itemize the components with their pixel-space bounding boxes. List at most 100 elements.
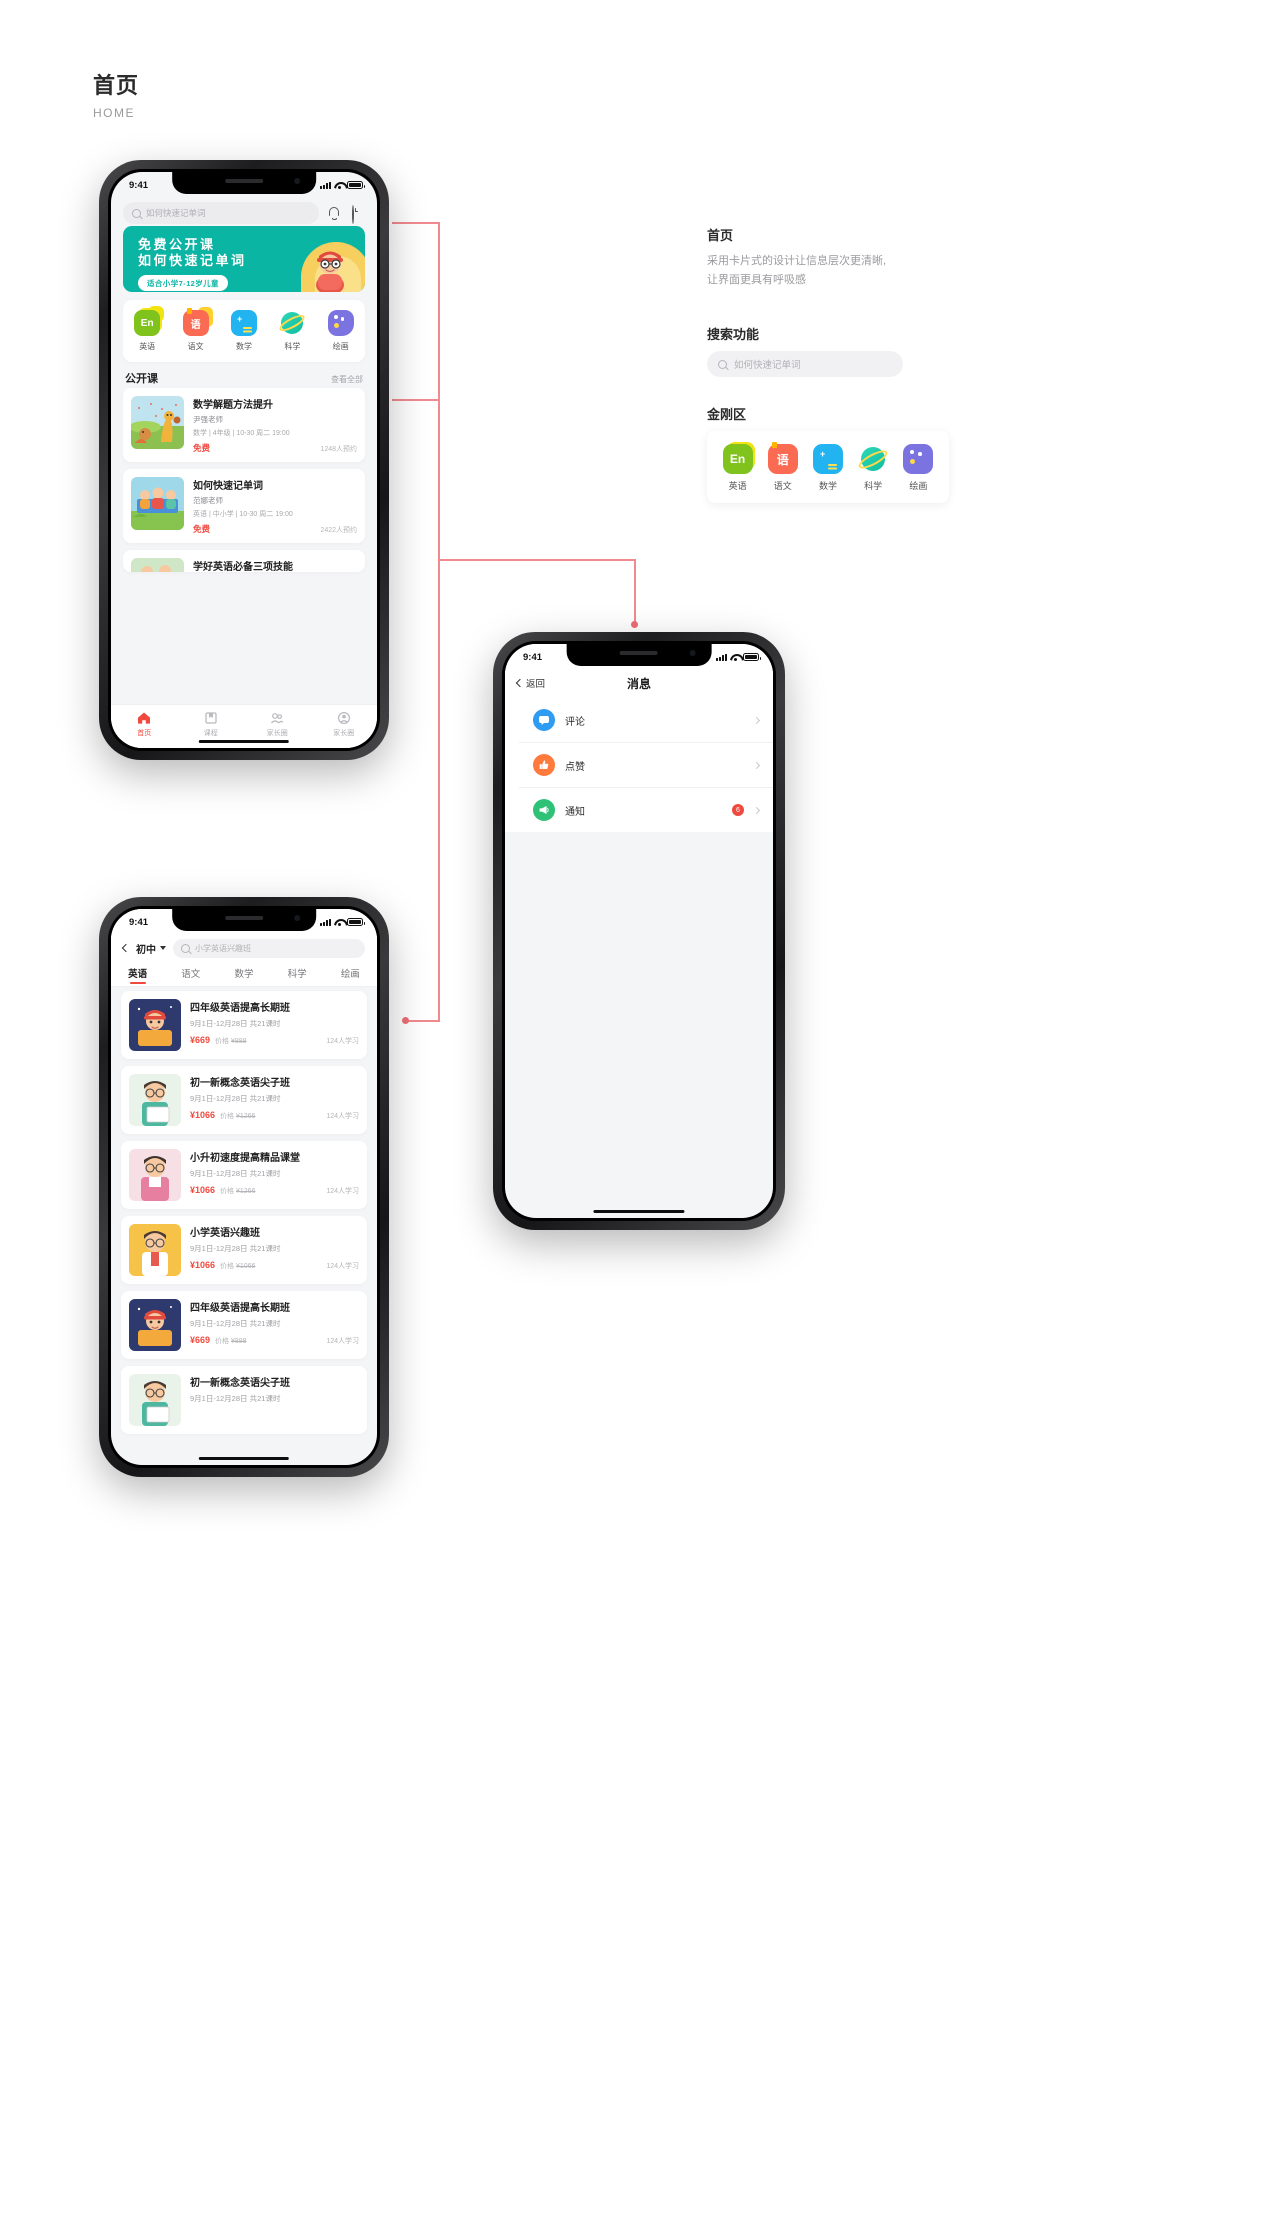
home-indicator [593,1209,685,1213]
course-thumbnail [129,1374,181,1426]
signal-icon [716,653,727,661]
back-button[interactable]: 返回 [515,676,545,690]
list-item[interactable]: 四年级英语提高长期班 9月1日-12月28日 共21课时 ¥669 价格 ¥88… [121,1291,367,1359]
subject-tab-bar: 英语 语文 数学 科学 绘画 [111,963,377,987]
message-row-notice[interactable]: 通知 6 [519,788,773,832]
tab-math[interactable]: 数学 [234,966,253,984]
chevron-left-icon[interactable] [121,943,131,953]
search-placeholder: 如何快速记单词 [146,208,206,218]
category-label: 英语 [728,481,747,491]
tab-parents[interactable]: 家长圈 [254,711,300,738]
category-item-math[interactable]: + 数学 [224,310,264,352]
notch [172,172,316,194]
course-list[interactable]: 数学解题方法提升 尹强老师 数学 | 4年级 | 10-30 周二 19:00 … [123,388,365,704]
message-row-comment[interactable]: 评论 [519,698,773,743]
view-all-link[interactable]: 查看全部 [331,374,363,385]
annotation-search: 搜索功能 如何快速记单词 [707,324,903,377]
course-title: 四年级英语提高长期班 [190,1003,290,1014]
course-card[interactable]: 数学解题方法提升 尹强老师 数学 | 4年级 | 10-30 周二 19:00 … [123,388,365,462]
price-label: 价格 [215,1338,230,1345]
category-item-math[interactable]: + 数学 [808,444,848,492]
tab-home[interactable]: 首页 [121,711,167,738]
category-label: 科学 [284,342,301,351]
tab-label: 课程 [203,730,218,737]
price-label: 价格 [220,1113,235,1120]
camera-icon [689,650,696,656]
wifi-icon [730,653,740,661]
category-label: 语文 [187,342,204,351]
math-icon: + [230,310,257,336]
course-thumbnail [129,999,181,1051]
tab-profile[interactable]: 家长圈 [321,711,367,738]
painting-icon [903,444,934,474]
tab-painting[interactable]: 绘画 [341,966,360,984]
home-search-row: 如何快速记单词 [111,198,377,224]
search-icon [132,208,141,218]
status-time: 9:41 [129,179,149,191]
price-label: 价格 [215,1038,230,1045]
annotation-body-line1: 采用卡片式的设计让信息层次更清晰, [707,255,887,267]
battery-icon [743,653,761,661]
category-item-science[interactable]: 科学 [853,444,893,492]
category-item-painting[interactable]: 绘画 [898,444,938,492]
banner-line2: 如何快速记单词 [138,253,247,268]
chinese-icon: 语 [182,307,213,336]
search-input[interactable]: 如何快速记单词 [123,202,319,224]
tab-chinese[interactable]: 语文 [181,966,200,984]
course-old-price: ¥1266 [235,1188,256,1195]
messages-title: 消息 [626,676,651,691]
course-price: ¥669 [190,1335,211,1345]
home-screen: 9:41 如何快速记单词 免费公开课 如何快速记单词 适合小学7-12岁儿童 E… [111,172,377,748]
grade-selector[interactable]: 初中 [136,941,166,956]
annotation-search-input[interactable]: 如何快速记单词 [707,351,903,377]
category-item-english[interactable]: En 英语 [127,306,167,352]
course-learner-count: 124人学习 [326,1188,359,1195]
list-item[interactable]: 小升初速度提高精品课堂 9月1日-12月28日 共21课时 ¥1066 价格 ¥… [121,1141,367,1209]
category-item-english[interactable]: En 英语 [718,440,758,492]
annotation-search-placeholder: 如何快速记单词 [734,360,801,371]
wifi-icon [334,918,344,926]
like-icon [533,754,555,776]
math-icon: + [812,444,843,474]
annotation-kingkong: 金刚区 En 英语 语 语文 + 数学 科学 绘画 [707,404,949,503]
promo-banner[interactable]: 免费公开课 如何快速记单词 适合小学7-12岁儿童 [123,226,365,292]
category-label: 英语 [139,342,156,351]
list-item[interactable]: 四年级英语提高长期班 9月1日-12月28日 共21课时 ¥669 价格 ¥88… [121,991,367,1059]
category-label: 绘画 [909,481,928,491]
notice-badge: 6 [732,804,744,816]
comment-icon [533,709,555,731]
course-title: 初一新概念英语尖子班 [190,1378,290,1389]
course-learner-count: 124人学习 [326,1338,359,1345]
list-item[interactable]: 初一新概念英语尖子班 9月1日-12月28日 共21课时 [121,1366,367,1434]
en-icon: En [134,306,165,336]
history-clock-button[interactable] [350,204,365,224]
messages-screen: 9:41 返回 消息 评论 点赞 通知 6 [505,644,773,1218]
category-item-painting[interactable]: 绘画 [321,310,361,352]
category-item-chinese[interactable]: 语 语文 [176,307,216,352]
course-search-input[interactable]: 小学英语兴趣班 [173,938,365,958]
course-items-list[interactable]: 四年级英语提高长期班 9月1日-12月28日 共21课时 ¥669 价格 ¥88… [121,991,367,1465]
course-card[interactable]: 学好英语必备三项技能 [123,550,365,572]
category-item-science[interactable]: 科学 [272,310,312,352]
tab-course[interactable]: 课程 [188,711,234,738]
course-list-screen: 9:41 初中 小学英语兴趣班 英语 语文 数学 科学 绘画 四年级英语提高长期… [111,909,377,1465]
category-item-chinese[interactable]: 语 语文 [763,441,803,492]
wifi-icon [334,181,344,189]
list-item[interactable]: 初一新概念英语尖子班 9月1日-12月28日 共21课时 ¥1066 价格 ¥1… [121,1066,367,1134]
chevron-left-icon [515,678,525,688]
course-date: 9月1日-12月28日 共21课时 [190,1319,281,1328]
course-teacher: 范娜老师 [193,496,223,505]
course-title: 如何快速记单词 [193,481,263,492]
list-item[interactable]: 小学英语兴趣班 9月1日-12月28日 共21课时 ¥1066 价格 ¥1066… [121,1216,367,1284]
course-enroll-count: 2422人预约 [320,527,357,534]
course-title: 数学解题方法提升 [193,400,273,411]
tab-science[interactable]: 科学 [288,966,307,984]
message-row-like[interactable]: 点赞 [519,743,773,788]
tab-english[interactable]: 英语 [128,966,147,984]
connector-line-home-h1 [392,222,440,224]
course-title: 四年级英语提高长期班 [190,1303,290,1314]
en-icon: En [722,440,757,474]
notification-bell-button[interactable] [327,206,342,221]
course-card[interactable]: 如何快速记单词 范娜老师 英语 | 中小学 | 10-30 周二 19:00 免… [123,469,365,543]
section-title: 公开课 [125,373,158,385]
